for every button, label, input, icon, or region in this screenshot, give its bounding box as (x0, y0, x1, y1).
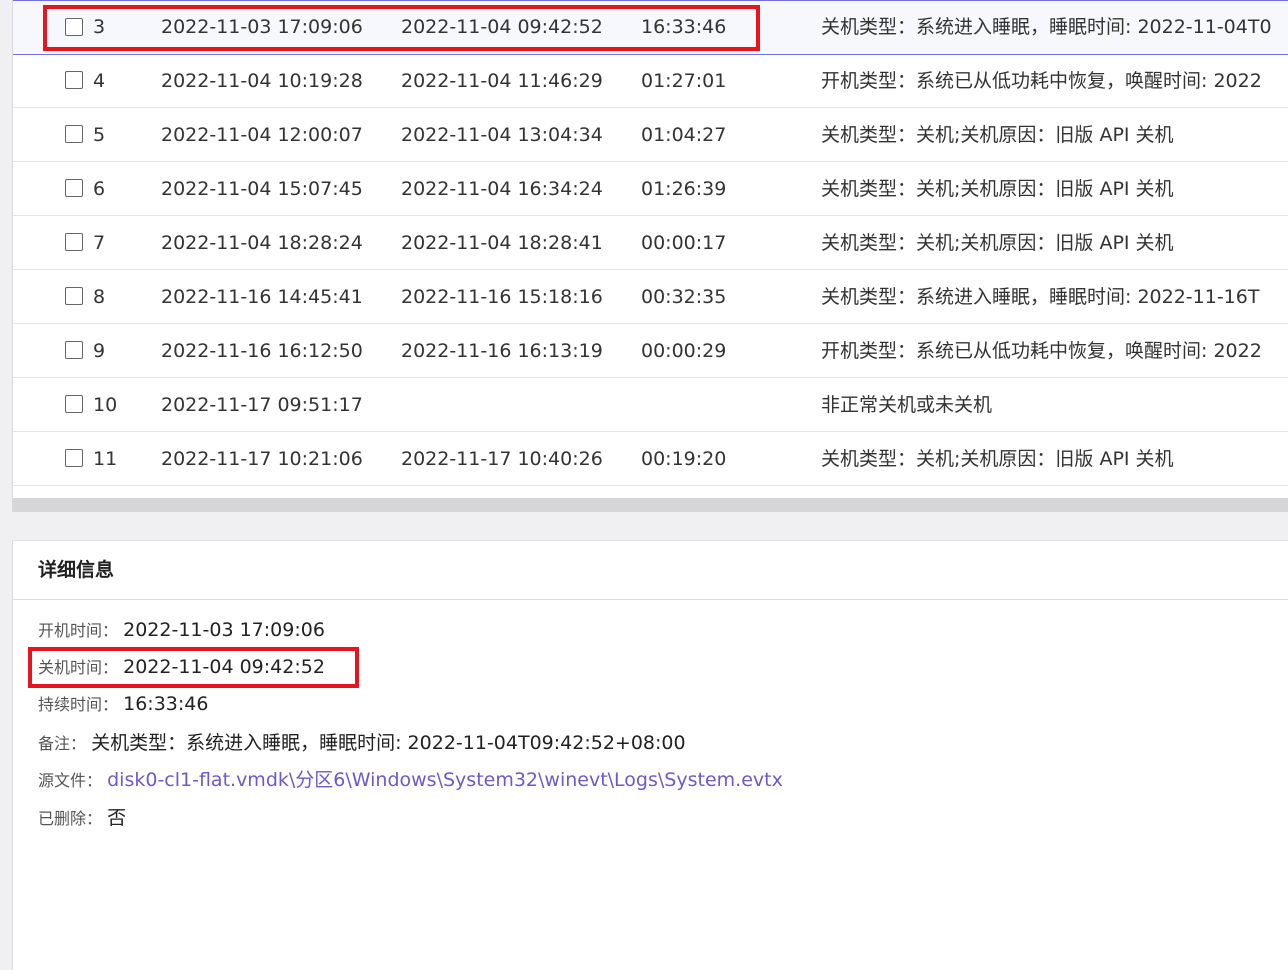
note-label: 备注： (38, 734, 87, 753)
deleted-field: 已删除： 否 (38, 803, 126, 830)
row-checkbox[interactable] (65, 395, 83, 413)
end-time-cell: 2022-11-04 09:42:52 (401, 16, 603, 38)
end-time-value: 2022-11-04 09:42:52 (123, 656, 325, 678)
duration-cell: 00:19:20 (641, 448, 727, 470)
note-cell: 关机类型：关机;关机原因：旧版 API 关机 (821, 448, 1174, 470)
table-row[interactable]: 6 2022-11-04 15:07:45 2022-11-04 16:34:2… (13, 163, 1288, 216)
end-time-cell: 2022-11-16 16:13:19 (401, 340, 603, 362)
duration-cell: 01:26:39 (641, 178, 727, 200)
row-number: 3 (93, 16, 106, 38)
row-number: 11 (93, 448, 118, 470)
end-time-field: 关机时间： 2022-11-04 09:42:52 (38, 654, 325, 678)
table-row[interactable]: 3 2022-11-03 17:09:06 2022-11-04 09:42:5… (13, 0, 1288, 55)
start-time-cell: 2022-11-04 15:07:45 (161, 178, 363, 200)
note-cell: 关机类型：系统进入睡眠，睡眠时间: 2022-11-16T (821, 286, 1260, 308)
row-checkbox[interactable] (65, 71, 83, 89)
row-number: 4 (93, 70, 106, 92)
note-cell: 开机类型：系统已从低功耗中恢复，唤醒时间: 2022 (821, 70, 1262, 92)
row-checkbox[interactable] (65, 449, 83, 467)
row-number: 9 (93, 340, 106, 362)
start-time-value: 2022-11-03 17:09:06 (123, 619, 325, 641)
note-cell: 非正常关机或未关机 (821, 394, 993, 416)
horizontal-scrollbar[interactable] (13, 498, 1288, 512)
records-table: 3 2022-11-03 17:09:06 2022-11-04 09:42:5… (12, 0, 1288, 512)
table-row[interactable]: 5 2022-11-04 12:00:07 2022-11-04 13:04:3… (13, 109, 1288, 162)
start-time-cell: 2022-11-16 16:12:50 (161, 340, 363, 362)
table-row[interactable]: 8 2022-11-16 14:45:41 2022-11-16 15:18:1… (13, 271, 1288, 324)
table-row[interactable]: 4 2022-11-04 10:19:28 2022-11-04 11:46:2… (13, 55, 1288, 108)
duration-field: 持续时间： 16:33:46 (38, 691, 208, 715)
note-cell: 开机类型：系统已从低功耗中恢复，唤醒时间: 2022 (821, 340, 1262, 362)
start-time-field: 开机时间： 2022-11-03 17:09:06 (38, 617, 325, 641)
detail-panel: 详细信息 开机时间： 2022-11-03 17:09:06 关机时间： 202… (12, 540, 1288, 970)
deleted-value: 否 (107, 807, 127, 829)
table-row[interactable]: 11 2022-11-17 10:21:06 2022-11-17 10:40:… (13, 433, 1288, 486)
end-time-cell: 2022-11-17 10:40:26 (401, 448, 603, 470)
start-time-label: 开机时间： (38, 621, 119, 640)
detail-title: 详细信息 (38, 559, 115, 581)
row-checkbox[interactable] (65, 179, 83, 197)
row-checkbox[interactable] (65, 125, 83, 143)
table-row[interactable]: 10 2022-11-17 09:51:17 非正常关机或未关机 (13, 379, 1288, 432)
end-time-label: 关机时间： (38, 658, 119, 677)
row-checkbox[interactable] (65, 233, 83, 251)
duration-cell: 00:00:17 (641, 232, 727, 254)
duration-cell: 00:32:35 (641, 286, 727, 308)
duration-cell: 01:04:27 (641, 124, 727, 146)
start-time-cell: 2022-11-16 14:45:41 (161, 286, 363, 308)
note-value: 关机类型：系统进入睡眠，睡眠时间: 2022-11-04T09:42:52+08… (91, 732, 686, 754)
note-cell: 关机类型：关机;关机原因：旧版 API 关机 (821, 124, 1174, 146)
row-checkbox[interactable] (65, 341, 83, 359)
detail-divider (13, 599, 1288, 600)
row-checkbox[interactable] (65, 18, 83, 36)
duration-cell: 00:00:29 (641, 340, 727, 362)
start-time-cell: 2022-11-04 12:00:07 (161, 124, 363, 146)
note-cell: 关机类型：系统进入睡眠，睡眠时间: 2022-11-04T0 (821, 16, 1272, 38)
start-time-cell: 2022-11-17 09:51:17 (161, 394, 363, 416)
row-number: 10 (93, 394, 118, 416)
duration-value: 16:33:46 (123, 693, 209, 715)
row-checkbox[interactable] (65, 287, 83, 305)
duration-label: 持续时间： (38, 695, 119, 714)
note-field: 备注： 关机类型：系统进入睡眠，睡眠时间: 2022-11-04T09:42:5… (38, 728, 686, 755)
deleted-label: 已删除： (38, 809, 103, 828)
note-cell: 关机类型：关机;关机原因：旧版 API 关机 (821, 178, 1174, 200)
source-file-label: 源文件： (38, 771, 103, 790)
source-file-field: 源文件： disk0-cl1-flat.vmdk\分区6\Windows\Sys… (38, 765, 783, 792)
table-row[interactable]: 7 2022-11-04 18:28:24 2022-11-04 18:28:4… (13, 217, 1288, 270)
row-number: 7 (93, 232, 106, 254)
duration-cell: 16:33:46 (641, 16, 727, 38)
note-cell: 关机类型：关机;关机原因：旧版 API 关机 (821, 232, 1174, 254)
row-number: 8 (93, 286, 106, 308)
row-number: 6 (93, 178, 106, 200)
end-time-cell: 2022-11-04 16:34:24 (401, 178, 603, 200)
end-time-cell: 2022-11-16 15:18:16 (401, 286, 603, 308)
row-number: 5 (93, 124, 106, 146)
table-row[interactable]: 9 2022-11-16 16:12:50 2022-11-16 16:13:1… (13, 325, 1288, 378)
start-time-cell: 2022-11-04 18:28:24 (161, 232, 363, 254)
duration-cell: 01:27:01 (641, 70, 727, 92)
start-time-cell: 2022-11-04 10:19:28 (161, 70, 363, 92)
start-time-cell: 2022-11-17 10:21:06 (161, 448, 363, 470)
source-file-link[interactable]: disk0-cl1-flat.vmdk\分区6\Windows\System32… (107, 769, 783, 791)
end-time-cell: 2022-11-04 11:46:29 (401, 70, 603, 92)
start-time-cell: 2022-11-03 17:09:06 (161, 16, 363, 38)
end-time-cell: 2022-11-04 18:28:41 (401, 232, 603, 254)
end-time-cell: 2022-11-04 13:04:34 (401, 124, 603, 146)
